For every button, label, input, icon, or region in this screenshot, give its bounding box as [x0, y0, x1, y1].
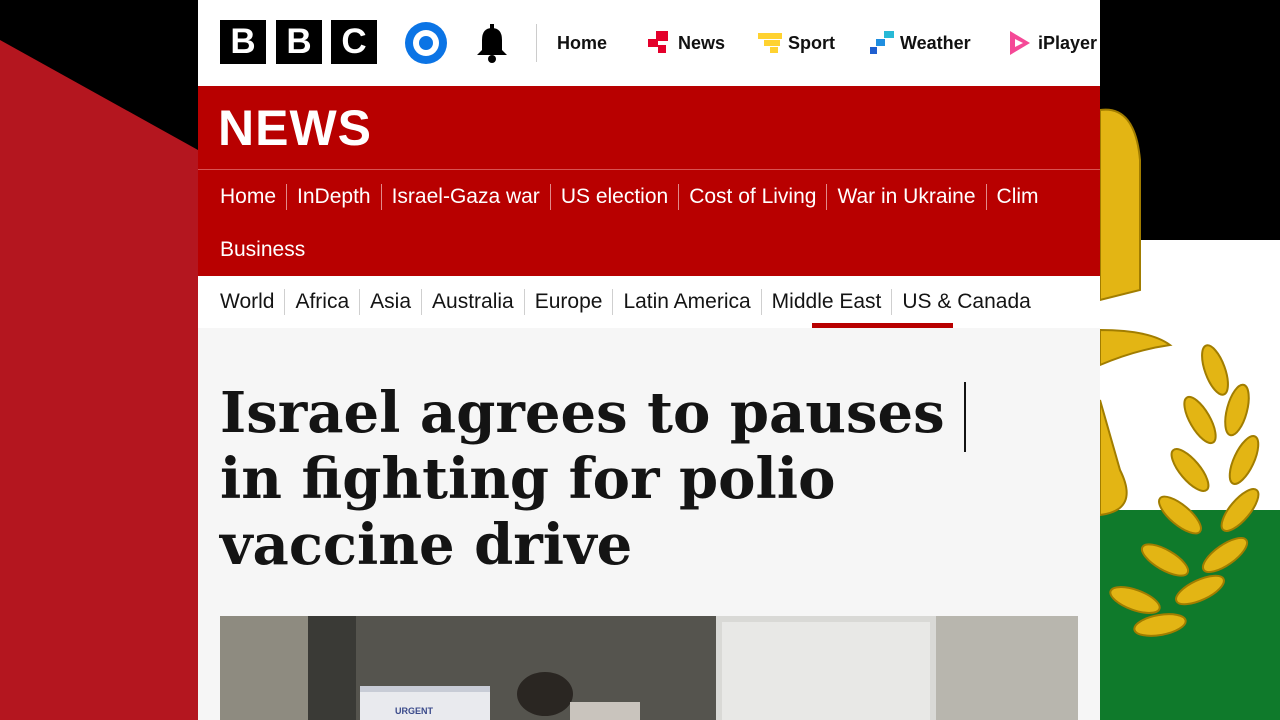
- account-icon[interactable]: [405, 22, 447, 64]
- section-nav-israel-gaza-war[interactable]: Israel-Gaza war: [380, 184, 550, 210]
- topnav-iplayer[interactable]: iPlayer: [1008, 30, 1097, 56]
- topnav-label: iPlayer: [1038, 32, 1098, 53]
- article-photo: URGENT: [220, 616, 1078, 720]
- topnav-label: Weather: [900, 32, 971, 53]
- article-headline: Israel agrees to pauses in fighting for …: [220, 380, 945, 578]
- section-nav-business[interactable]: Business: [220, 237, 305, 263]
- topnav-home[interactable]: Home: [557, 30, 607, 56]
- topnav-sport[interactable]: Sport: [758, 30, 835, 56]
- section-nav: Home InDepth Israel-Gaza war US election…: [220, 184, 1049, 210]
- topnav-label: Home: [557, 32, 608, 53]
- section-nav-us-election[interactable]: US election: [549, 184, 678, 210]
- section-nav-climate[interactable]: Clim: [985, 184, 1049, 210]
- region-nav-us-canada[interactable]: US & Canada: [891, 289, 1040, 315]
- region-nav-africa[interactable]: Africa: [284, 289, 359, 315]
- bbc-logo-letter[interactable]: C: [331, 20, 377, 64]
- bbc-logo-letter[interactable]: B: [276, 20, 322, 64]
- news-title[interactable]: NEWS: [218, 98, 372, 158]
- topnav-news[interactable]: News: [648, 30, 725, 56]
- bell-icon[interactable]: [474, 24, 510, 64]
- section-nav-cost-of-living[interactable]: Cost of Living: [678, 184, 826, 210]
- region-nav-middle-east[interactable]: Middle East: [760, 289, 892, 315]
- topnav-weather[interactable]: Weather: [870, 30, 971, 56]
- bbc-page: B B C Home News Sport Weather iPlayer NE…: [198, 0, 1100, 720]
- news-icon: [648, 31, 668, 53]
- box-label: URGENT: [395, 706, 434, 716]
- topnav-label: Sport: [788, 32, 835, 53]
- sport-icon: [758, 33, 782, 53]
- bbc-logo-letter[interactable]: B: [220, 20, 266, 64]
- top-bar: B B C Home News Sport Weather iPlayer: [198, 0, 1100, 86]
- topnav-label: News: [678, 32, 726, 53]
- region-nav-latin-america[interactable]: Latin America: [612, 289, 760, 315]
- divider: [536, 24, 537, 62]
- region-nav-asia[interactable]: Asia: [359, 289, 421, 315]
- iplayer-icon: [1010, 31, 1030, 55]
- weather-icon: [870, 31, 894, 54]
- section-nav-war-in-ukraine[interactable]: War in Ukraine: [826, 184, 985, 210]
- divider: [198, 169, 1100, 170]
- region-nav-europe[interactable]: Europe: [523, 289, 613, 315]
- region-nav-australia[interactable]: Australia: [421, 289, 524, 315]
- region-nav: World Africa Asia Australia Europe Latin…: [198, 276, 1100, 328]
- text-cursor: [964, 382, 966, 452]
- active-tab-indicator: [812, 323, 953, 328]
- section-nav-home[interactable]: Home: [220, 184, 286, 210]
- region-nav-world[interactable]: World: [220, 289, 284, 315]
- section-nav-indepth[interactable]: InDepth: [286, 184, 381, 210]
